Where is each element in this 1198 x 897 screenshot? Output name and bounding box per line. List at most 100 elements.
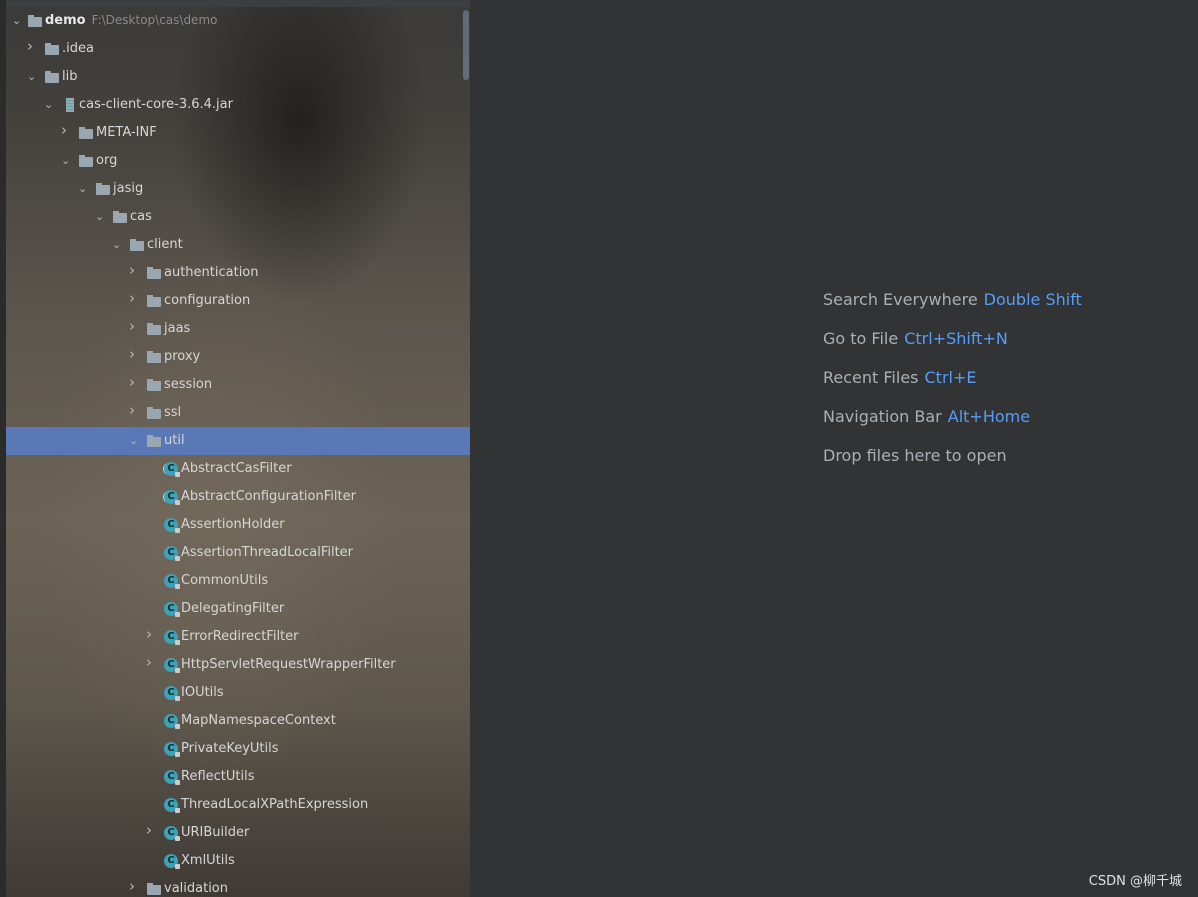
tree-item[interactable]: C AssertionThreadLocalFilter <box>6 539 470 567</box>
tree-item-label: HttpServletRequestWrapperFilter <box>181 657 396 672</box>
chevron-down-icon[interactable]: ⌄ <box>61 155 70 167</box>
folder-icon <box>147 379 161 391</box>
tree-item[interactable]: ⌄ cas-client-core-3.6.4.jar <box>6 91 470 119</box>
scrollbar-thumb[interactable] <box>463 10 469 80</box>
hint-line: Drop files here to open <box>823 446 1007 465</box>
tree-item[interactable]: C AbstractConfigurationFilter <box>6 483 470 511</box>
tree-item-label: proxy <box>164 349 201 364</box>
chevron-down-icon[interactable]: ⌄ <box>78 183 87 195</box>
abstract-class-icon: C <box>164 490 180 505</box>
lock-icon <box>175 752 180 757</box>
tree-item[interactable]: › META-INF <box>6 119 470 147</box>
tree-item-label: client <box>147 237 183 252</box>
tree-item[interactable]: › C ErrorRedirectFilter <box>6 623 470 651</box>
chevron-right-icon[interactable]: › <box>129 403 137 418</box>
class-icon: C <box>164 546 180 561</box>
chevron-right-icon[interactable]: › <box>129 347 137 362</box>
lock-icon <box>175 668 180 673</box>
chevron-right-icon[interactable]: › <box>146 655 154 670</box>
class-icon: C <box>164 714 180 729</box>
chevron-right-icon[interactable]: › <box>27 39 35 54</box>
hint-shortcut[interactable]: Double Shift <box>984 290 1082 309</box>
class-icon: C <box>164 518 180 533</box>
folder-icon <box>79 127 93 139</box>
tree-item-label: AssertionThreadLocalFilter <box>181 545 354 560</box>
chevron-right-icon[interactable]: › <box>129 879 137 894</box>
tree-item-label: session <box>164 377 213 392</box>
class-icon: C <box>164 742 180 757</box>
class-icon: C <box>164 602 180 617</box>
tree-item-label: jasig <box>113 181 144 196</box>
chevron-down-icon[interactable]: ⌄ <box>12 15 21 27</box>
chevron-right-icon[interactable]: › <box>129 375 137 390</box>
lock-icon <box>175 724 180 729</box>
chevron-down-icon[interactable]: ⌄ <box>112 239 121 251</box>
tree-item[interactable]: ⌄ lib <box>6 63 470 91</box>
folder-icon <box>147 883 161 895</box>
tree-item[interactable]: › C HttpServletRequestWrapperFilter <box>6 651 470 679</box>
chevron-down-icon[interactable]: ⌄ <box>27 71 36 83</box>
hint-shortcut[interactable]: Ctrl+E <box>925 368 977 387</box>
tree-item[interactable]: › authentication <box>6 259 470 287</box>
tree-item[interactable]: ⌄ util <box>6 427 470 455</box>
hint-action: Navigation Bar <box>823 407 942 426</box>
class-icon: C <box>164 826 180 841</box>
chevron-right-icon[interactable]: › <box>129 263 137 278</box>
tree-row-root[interactable]: ⌄ demo F:\Desktop\cas\demo <box>6 7 470 35</box>
class-icon: C <box>164 630 180 645</box>
chevron-right-icon[interactable]: › <box>129 291 137 306</box>
tree-item[interactable]: ⌄ client <box>6 231 470 259</box>
tree-item-label: ErrorRedirectFilter <box>181 629 299 644</box>
tree-item[interactable]: C IOUtils <box>6 679 470 707</box>
chevron-down-icon[interactable]: ⌄ <box>44 99 53 111</box>
folder-icon <box>147 295 161 307</box>
tree-item[interactable]: C AssertionHolder <box>6 511 470 539</box>
tree-item-label: MapNamespaceContext <box>181 713 336 728</box>
tree-item[interactable]: C PrivateKeyUtils <box>6 735 470 763</box>
tree-item-label: AssertionHolder <box>181 517 285 532</box>
lock-icon <box>175 808 180 813</box>
chevron-right-icon[interactable]: › <box>146 627 154 642</box>
tree-item[interactable]: › .idea <box>6 35 470 63</box>
tree-item[interactable]: › configuration <box>6 287 470 315</box>
tree-item[interactable]: › validation <box>6 875 470 897</box>
tree-item[interactable]: C CommonUtils <box>6 567 470 595</box>
lock-icon <box>175 500 180 505</box>
project-tool-window: ⌄ demo F:\Desktop\cas\demo › .idea ⌄ lib ⌄ cas… <box>0 0 470 897</box>
tree-item[interactable]: ⌄ org <box>6 147 470 175</box>
tree-item[interactable]: › C URIBuilder <box>6 819 470 847</box>
tree-item-label: CommonUtils <box>181 573 269 588</box>
chevron-right-icon[interactable]: › <box>61 123 69 138</box>
hint-line: Search Everywhere Double Shift <box>823 290 1082 309</box>
chevron-right-icon[interactable]: › <box>146 823 154 838</box>
tree-item[interactable]: ⌄ cas <box>6 203 470 231</box>
tree-item[interactable]: › jaas <box>6 315 470 343</box>
tree-item[interactable]: › session <box>6 371 470 399</box>
tree-item[interactable]: C XmlUtils <box>6 847 470 875</box>
chevron-right-icon[interactable]: › <box>129 319 137 334</box>
tree-item-label: lib <box>62 69 78 84</box>
tool-window-header <box>0 0 470 7</box>
folder-icon <box>147 407 161 419</box>
tree-item[interactable]: C MapNamespaceContext <box>6 707 470 735</box>
tree-item[interactable]: C ReflectUtils <box>6 763 470 791</box>
tree-item[interactable]: › ssl <box>6 399 470 427</box>
tree-item[interactable]: C ThreadLocalXPathExpression <box>6 791 470 819</box>
tree-item-label: META-INF <box>96 125 157 140</box>
class-icon: C <box>164 574 180 589</box>
tree-item[interactable]: ⌄ jasig <box>6 175 470 203</box>
tree-item-label: authentication <box>164 265 259 280</box>
tree-item[interactable]: C AbstractCasFilter <box>6 455 470 483</box>
hint-shortcut[interactable]: Ctrl+Shift+N <box>904 329 1008 348</box>
tree-item-label: org <box>96 153 118 168</box>
tree-item[interactable]: › proxy <box>6 343 470 371</box>
chevron-down-icon[interactable]: ⌄ <box>95 211 104 223</box>
tree-item-label: AbstractConfigurationFilter <box>181 489 356 504</box>
tree-item[interactable]: C DelegatingFilter <box>6 595 470 623</box>
tree-item-label: cas-client-core-3.6.4.jar <box>79 97 233 112</box>
lock-icon <box>175 612 180 617</box>
hint-shortcut[interactable]: Alt+Home <box>948 407 1030 426</box>
hint-line: Go to File Ctrl+Shift+N <box>823 329 1008 348</box>
folder-icon <box>96 183 110 195</box>
chevron-down-icon[interactable]: ⌄ <box>129 435 138 447</box>
